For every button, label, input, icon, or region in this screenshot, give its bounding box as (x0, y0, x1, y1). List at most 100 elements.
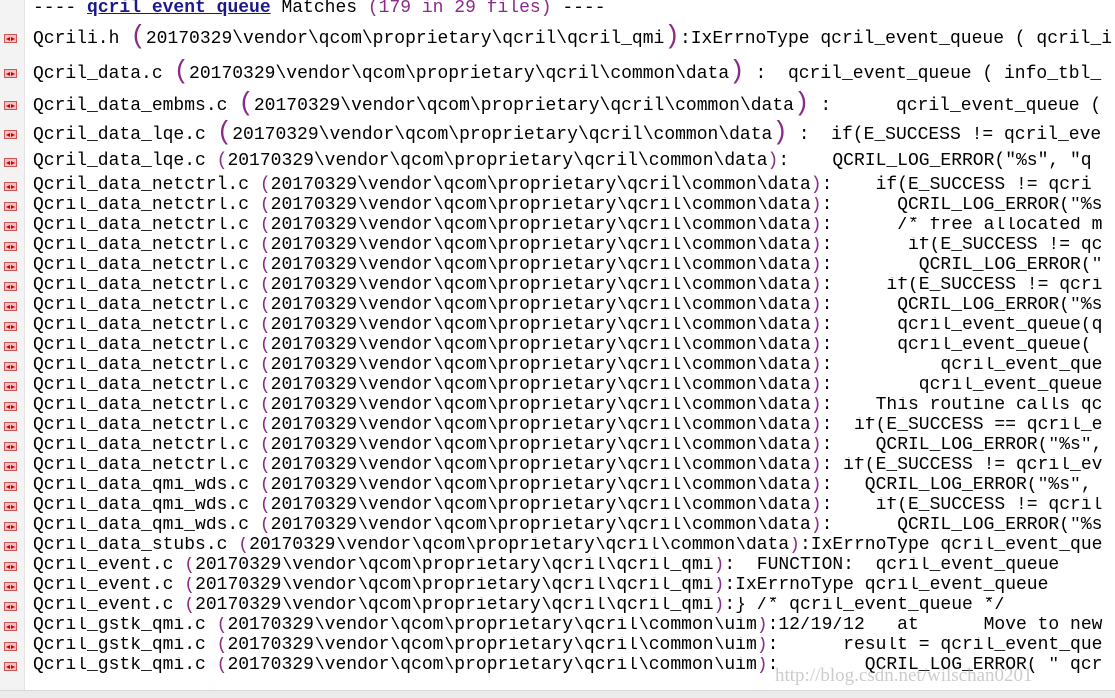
jump-to-match-icon[interactable] (4, 262, 17, 271)
result-row[interactable]: Qcril_data_lqe.c (20170329\vendor\qcom\p… (0, 149, 1115, 173)
jump-to-match-icon[interactable] (4, 482, 17, 491)
jump-to-match-icon[interactable] (4, 101, 17, 110)
jump-to-match-icon[interactable] (4, 182, 17, 191)
jump-to-match-icon[interactable] (4, 582, 17, 591)
jump-to-match-icon[interactable] (4, 222, 17, 231)
result-row[interactable]: Qcril_data_netctrl.c (20170329\vendor\qc… (0, 173, 1115, 197)
result-text: :IxErrnoType qcril_event_queue (724, 577, 1049, 595)
result-file-name: Qcril_data_qmi_wds.c (33, 477, 250, 495)
result-file-name: Qcril_data_netctrl.c (33, 175, 250, 195)
jump-to-match-icon[interactable] (4, 158, 17, 167)
jump-to-match-icon[interactable] (4, 382, 17, 391)
close-paren: ) (810, 237, 822, 255)
result-row[interactable]: Qcril_data_netctrl.c (20170329\vendor\qc… (0, 417, 1115, 437)
result-text: : result = qcril_event_que (767, 637, 1103, 655)
open-paren: ( (259, 417, 271, 435)
result-row[interactable]: Qcril_data_netctrl.c (20170329\vendor\qc… (0, 297, 1115, 317)
result-row[interactable]: Qcril_data_netctrl.c (20170329\vendor\qc… (0, 277, 1115, 297)
result-text: : QCRIL_LOG_ERROR("%s", (821, 477, 1092, 495)
result-text: : QCRIL_LOG_ERROR("%s (821, 297, 1103, 315)
result-path: 20170329\vendor\qcom\proprietary\qcril\c… (270, 197, 811, 215)
result-path: 20170329\vendor\qcom\proprietary\qcril\q… (195, 577, 714, 595)
result-path: 20170329\vendor\qcom\proprietary\qcril\c… (270, 437, 811, 455)
result-text: : qcril_event_queue( (821, 337, 1092, 355)
jump-to-match-icon[interactable] (4, 282, 17, 291)
result-row[interactable]: Qcril_event.c (20170329\vendor\qcom\prop… (0, 597, 1115, 617)
result-file-name: Qcril_data_qmi_wds.c (33, 517, 250, 535)
result-path: 20170329\vendor\qcom\proprietary\qcril\c… (227, 637, 757, 655)
header-prefix: ---- (33, 0, 88, 18)
result-row[interactable]: Qcril_data_netctrl.c (20170329\vendor\qc… (0, 377, 1115, 397)
jump-to-match-icon[interactable] (4, 302, 17, 311)
result-path: 20170329\vendor\qcom\proprietary\qcril\c… (270, 277, 811, 295)
search-keyword-link[interactable]: qcril_event_queue (87, 0, 271, 18)
jump-to-match-icon[interactable] (4, 602, 17, 611)
result-row[interactable]: Qcril_event.c (20170329\vendor\qcom\prop… (0, 577, 1115, 597)
close-paren: ) (713, 597, 725, 615)
result-row[interactable]: Qcril_data_netctrl.c (20170329\vendor\qc… (0, 217, 1115, 237)
result-path: 20170329\vendor\qcom\proprietary\qcril\c… (270, 175, 811, 195)
open-paren: ( (238, 88, 254, 118)
result-row[interactable]: Qcril_data_netctrl.c (20170329\vendor\qc… (0, 457, 1115, 477)
result-row[interactable]: Qcril_data_lqe.c (20170329\vendor\qcom\p… (0, 120, 1115, 149)
result-row[interactable]: Qcril_data_qmi_wds.c (20170329\vendor\qc… (0, 497, 1115, 517)
open-paren: ( (259, 277, 271, 295)
result-text: : FUNCTION: qcril_event_queue (724, 557, 1060, 575)
close-paren: ) (810, 397, 822, 415)
jump-to-match-icon[interactable] (4, 502, 17, 511)
jump-to-match-icon[interactable] (4, 442, 17, 451)
result-row[interactable]: Qcril_data_netctrl.c (20170329\vendor\qc… (0, 437, 1115, 457)
result-row[interactable]: Qcril_data_netctrl.c (20170329\vendor\qc… (0, 397, 1115, 417)
jump-to-match-icon[interactable] (4, 34, 17, 43)
jump-to-match-icon[interactable] (4, 542, 17, 551)
result-row[interactable]: Qcril_data_netctrl.c (20170329\vendor\qc… (0, 237, 1115, 257)
jump-to-match-icon[interactable] (4, 130, 17, 139)
jump-to-match-icon[interactable] (4, 562, 17, 571)
jump-to-match-icon[interactable] (4, 402, 17, 411)
jump-to-match-icon[interactable] (4, 322, 17, 331)
result-row[interactable]: Qcrili.h (20170329\vendor\qcom\proprieta… (0, 20, 1115, 53)
open-paren: ( (238, 537, 250, 555)
result-row[interactable]: Qcril_data_netctrl.c (20170329\vendor\qc… (0, 197, 1115, 217)
result-file-name: Qcril_data_netctrl.c (33, 317, 250, 335)
jump-to-match-icon[interactable] (4, 462, 17, 471)
jump-to-match-icon[interactable] (4, 362, 17, 371)
result-file-name: Qcril_event.c (33, 577, 174, 595)
result-row[interactable]: Qcril_gstk_qmi.c (20170329\vendor\qcom\p… (0, 617, 1115, 637)
result-row[interactable]: Qcril_data_netctrl.c (20170329\vendor\qc… (0, 357, 1115, 377)
jump-to-match-icon[interactable] (4, 422, 17, 431)
open-paren: ( (184, 557, 196, 575)
result-row[interactable]: Qcril_data_qmi_wds.c (20170329\vendor\qc… (0, 477, 1115, 497)
jump-to-match-icon[interactable] (4, 342, 17, 351)
result-row[interactable]: Qcril_data_qmi_wds.c (20170329\vendor\qc… (0, 517, 1115, 537)
result-path: 20170329\vendor\qcom\proprietary\qcril\c… (270, 257, 811, 275)
result-row[interactable]: Qcril_data_stubs.c (20170329\vendor\qcom… (0, 537, 1115, 557)
result-row[interactable]: Qcril_data_embms.c (20170329\vendor\qcom… (0, 88, 1115, 120)
result-row[interactable]: Qcril_data_netctrl.c (20170329\vendor\qc… (0, 337, 1115, 357)
result-row[interactable]: Qcril_data_netctrl.c (20170329\vendor\qc… (0, 257, 1115, 277)
result-row[interactable]: Qcril_data.c (20170329\vendor\qcom\propr… (0, 53, 1115, 88)
jump-to-match-icon[interactable] (4, 622, 17, 631)
jump-to-match-icon[interactable] (4, 662, 17, 671)
jump-to-match-icon[interactable] (4, 242, 17, 251)
result-path: 20170329\vendor\qcom\proprietary\qcril\c… (270, 417, 811, 435)
close-paren: ) (767, 151, 779, 171)
result-row[interactable]: Qcril_event.c (20170329\vendor\qcom\prop… (0, 557, 1115, 577)
result-text: : qcril_event_que (821, 357, 1103, 375)
result-row[interactable]: Qcril_data_netctrl.c (20170329\vendor\qc… (0, 317, 1115, 337)
jump-to-match-icon[interactable] (4, 642, 17, 651)
jump-to-match-icon[interactable] (4, 522, 17, 531)
result-row[interactable]: Qcril_gstk_qmi.c (20170329\vendor\qcom\p… (0, 637, 1115, 657)
jump-to-match-icon[interactable] (4, 202, 17, 211)
close-paren: ) (789, 537, 800, 555)
open-paren: ( (259, 175, 271, 195)
open-paren: ( (216, 151, 228, 171)
jump-to-match-icon[interactable] (4, 69, 17, 78)
